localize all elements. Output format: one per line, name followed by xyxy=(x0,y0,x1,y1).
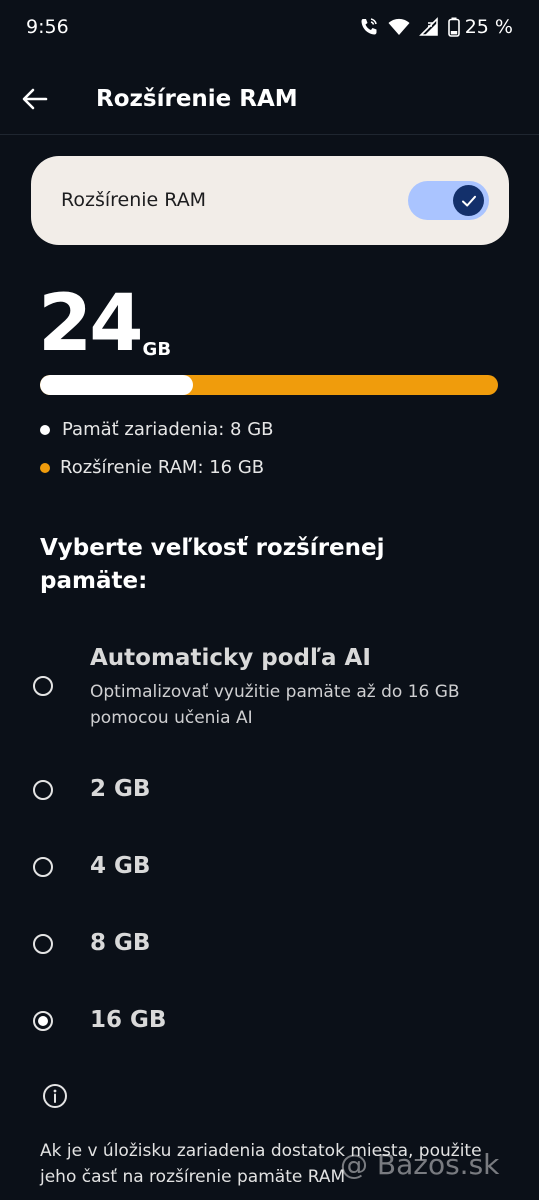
wifi-icon xyxy=(388,18,410,35)
option-2gb[interactable]: 2 GB xyxy=(0,770,539,812)
total-memory-value: 24 xyxy=(38,279,144,369)
toggle-label: Rozšírenie RAM xyxy=(61,189,207,211)
option-description: Optimalizovať využitie pamäte až do 16 G… xyxy=(90,682,460,728)
back-arrow-icon xyxy=(22,88,48,110)
radio-auto-ai[interactable] xyxy=(33,676,53,696)
battery-icon xyxy=(447,17,460,37)
watermark: @ Bazos.sk xyxy=(340,1148,500,1181)
memory-usage-bar xyxy=(40,375,498,395)
signal-icon xyxy=(418,17,438,36)
device-memory-dot xyxy=(40,424,50,435)
device-memory-fill xyxy=(40,375,193,395)
status-time: 9:56 xyxy=(26,16,69,38)
status-icons: 25 % xyxy=(359,16,513,38)
radio-16gb[interactable] xyxy=(33,1011,53,1031)
total-memory-unit: GB xyxy=(142,339,172,360)
option-label: 16 GB xyxy=(90,1007,167,1033)
option-8gb[interactable]: 8 GB xyxy=(0,924,539,966)
option-label: Automaticky podľa AI xyxy=(90,645,371,671)
back-button[interactable] xyxy=(20,84,50,114)
option-16gb[interactable]: 16 GB xyxy=(0,1001,539,1043)
radio-4gb[interactable] xyxy=(33,857,53,877)
ram-extension-dot xyxy=(40,462,50,473)
page-title: Rozšírenie RAM xyxy=(96,86,298,112)
option-4gb[interactable]: 4 GB xyxy=(0,847,539,889)
check-icon xyxy=(461,195,476,206)
info-icon xyxy=(43,1084,67,1108)
total-memory: 24 GB xyxy=(38,282,171,366)
option-auto-ai[interactable]: Automaticky podľa AI Optimalizovať využi… xyxy=(0,643,539,733)
ram-extension-toggle-card[interactable]: Rozšírenie RAM xyxy=(31,156,509,245)
radio-8gb[interactable] xyxy=(33,934,53,954)
radio-2gb[interactable] xyxy=(33,780,53,800)
option-label: 4 GB xyxy=(90,853,151,879)
legend-ram-extension: Rozšírenie RAM: 16 GB xyxy=(40,457,264,478)
app-bar: Rozšírenie RAM xyxy=(0,62,539,135)
section-title: Vyberte veľkosť rozšírenej pamäte: xyxy=(40,535,385,594)
legend-extension-label: Rozšírenie RAM: 16 GB xyxy=(60,457,265,478)
status-bar: 9:56 25 % xyxy=(0,0,539,54)
option-label: 2 GB xyxy=(90,776,151,802)
legend-device-memory: Pamäť zariadenia: 8 GB xyxy=(40,419,274,440)
ram-extension-switch[interactable] xyxy=(408,181,489,220)
switch-knob xyxy=(453,185,484,216)
battery-percent: 25 % xyxy=(464,16,513,38)
option-label: 8 GB xyxy=(90,930,151,956)
wifi-call-icon xyxy=(361,18,377,35)
legend-device-label: Pamäť zariadenia: 8 GB xyxy=(62,419,274,440)
